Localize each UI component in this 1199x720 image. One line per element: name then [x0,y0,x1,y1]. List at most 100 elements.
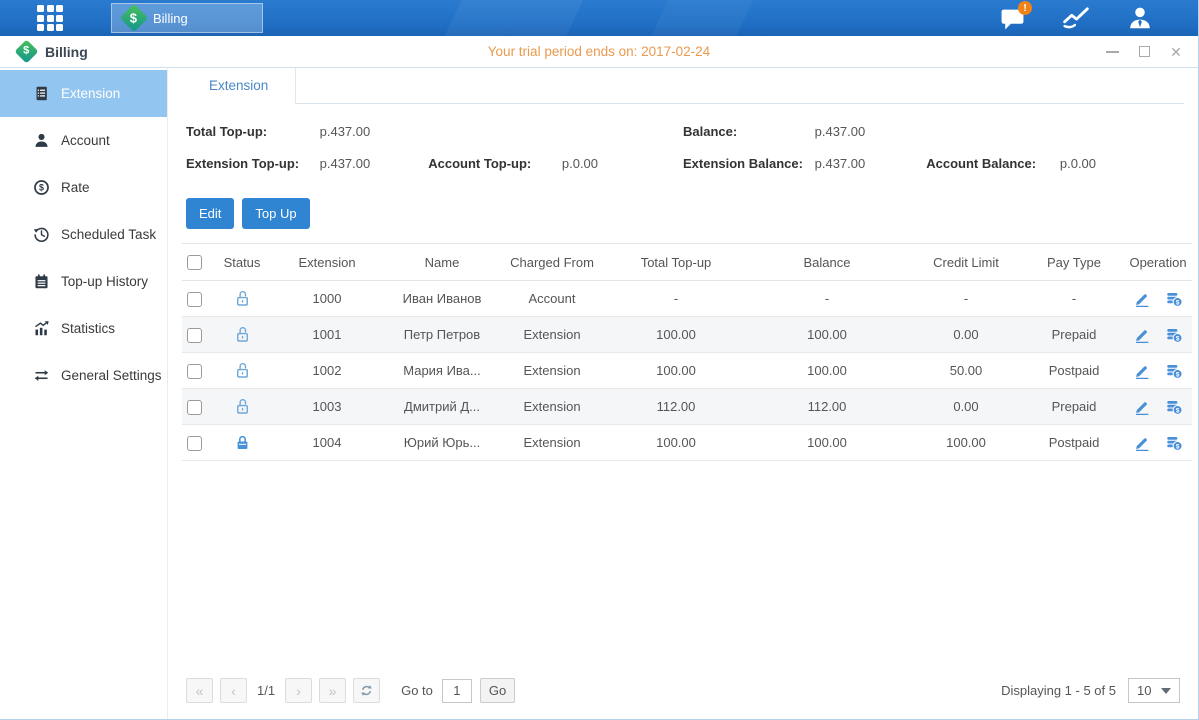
row-checkbox[interactable] [187,400,202,415]
table-row: 1001 Петр Петров Extension 100.00 100.00… [182,317,1192,353]
cell-extension: 1001 [268,317,386,353]
window-title-bar: $ Billing Your trial period ends on: 201… [0,36,1198,68]
cell-balance: - [746,281,908,317]
edit-row-icon[interactable] [1133,434,1151,452]
table-row: 1000 Иван Иванов Account - - - - [182,281,1192,317]
history-clock-icon [33,226,50,243]
reports-chart-icon[interactable] [1063,5,1089,31]
row-checkbox[interactable] [187,292,202,307]
close-button[interactable]: ✕ [1168,44,1184,60]
edit-row-icon[interactable] [1133,362,1151,380]
go-button[interactable]: Go [480,678,515,703]
cell-balance: 100.00 [746,425,908,461]
topup-row-icon[interactable] [1165,290,1183,308]
extensions-table: Status Extension Name Charged From Total… [182,243,1192,461]
row-checkbox[interactable] [187,436,202,451]
sidebar-item-account[interactable]: Account [0,117,167,164]
cell-name: Петр Петров [386,317,498,353]
account-balance-value: p.0.00 [1060,156,1096,171]
cell-total-topup: 100.00 [606,425,746,461]
top-bar: $ Billing ! [0,0,1198,36]
cell-pay-type: Postpaid [1024,353,1124,389]
summary-panel: Total Top-up: p.437.00 Extension Top-up:… [182,104,1184,192]
cell-charged-from: Account [498,281,606,317]
top-up-button[interactable]: Top Up [242,198,309,229]
refresh-icon [359,683,374,698]
last-page-button[interactable]: » [319,678,346,703]
column-total-topup: Total Top-up [606,244,746,281]
cell-credit-limit: 50.00 [908,353,1024,389]
total-topup-value: p.437.00 [320,124,371,139]
cell-pay-type: - [1024,281,1124,317]
cell-pay-type: Prepaid [1024,317,1124,353]
tab-extension[interactable]: Extension [182,68,296,104]
sidebar-item-label: Scheduled Task [61,227,156,242]
table-row: 1004 Юрий Юрь... Extension 100.00 100.00… [182,425,1192,461]
table-row: 1003 Дмитрий Д... Extension 112.00 112.0… [182,389,1192,425]
app-tab-label: Billing [153,11,188,26]
sidebar-item-rate[interactable]: Rate [0,164,167,211]
cell-extension: 1002 [268,353,386,389]
cell-total-topup: 112.00 [606,389,746,425]
calendar-icon [33,273,50,290]
user-account-icon[interactable] [1127,5,1153,31]
edit-button[interactable]: Edit [186,198,234,229]
select-all-checkbox[interactable] [187,255,202,270]
dollar-circle-icon [33,179,50,196]
sidebar-item-extension[interactable]: Extension [0,70,167,117]
goto-page-input[interactable] [442,679,472,703]
notifications-icon[interactable]: ! [999,5,1025,31]
edit-row-icon[interactable] [1133,326,1151,344]
balance-label: Balance: [683,124,811,139]
window-controls: ✕ [1104,44,1184,60]
row-checkbox[interactable] [187,328,202,343]
status-lock-icon [233,362,252,377]
sidebar-item-label: Statistics [61,321,115,336]
cell-charged-from: Extension [498,425,606,461]
cell-pay-type: Postpaid [1024,425,1124,461]
sidebar: Extension Account Rate Scheduled Task To… [0,68,168,719]
sidebar-item-scheduled-task[interactable]: Scheduled Task [0,211,167,258]
goto-label: Go to [401,683,433,698]
column-operation: Operation [1124,244,1192,281]
maximize-button[interactable] [1136,44,1152,60]
sidebar-item-label: Extension [61,86,120,101]
edit-row-icon[interactable] [1133,290,1151,308]
app-grid-menu-icon[interactable] [37,5,63,31]
table-row: 1002 Мария Ива... Extension 100.00 100.0… [182,353,1192,389]
content-spacer [182,461,1184,670]
minimize-button[interactable] [1104,44,1120,60]
column-credit-limit: Credit Limit [908,244,1024,281]
app-window: $ Billing ! $ Billing Your trial period … [0,0,1199,720]
first-page-button[interactable]: « [186,678,213,703]
topup-row-icon[interactable] [1165,326,1183,344]
page-size-select[interactable]: 10 [1128,678,1180,703]
topup-row-icon[interactable] [1165,398,1183,416]
sidebar-item-general-settings[interactable]: General Settings [0,352,167,399]
topup-row-icon[interactable] [1165,362,1183,380]
sidebar-item-statistics[interactable]: Statistics [0,305,167,352]
status-lock-icon [233,434,252,449]
account-topup-label: Account Top-up: [428,156,558,171]
billing-diamond-icon: $ [120,4,148,32]
topup-row-icon[interactable] [1165,434,1183,452]
cell-credit-limit: 0.00 [908,389,1024,425]
app-tab-billing[interactable]: $ Billing [111,3,263,33]
refresh-button[interactable] [353,678,380,703]
sidebar-item-topup-history[interactable]: Top-up History [0,258,167,305]
prev-page-button[interactable]: ‹ [220,678,247,703]
cell-charged-from: Extension [498,389,606,425]
notification-badge: ! [1018,1,1032,15]
table-header-row: Status Extension Name Charged From Total… [182,244,1192,281]
column-name: Name [386,244,498,281]
sidebar-item-label: General Settings [61,368,162,383]
cell-charged-from: Extension [498,353,606,389]
row-checkbox[interactable] [187,364,202,379]
next-page-button[interactable]: › [285,678,312,703]
status-lock-icon [233,290,252,305]
pagination-bar: « ‹ 1/1 › » Go to Go Displaying 1 - 5 of… [182,670,1184,719]
column-extension: Extension [268,244,386,281]
trial-notice: Your trial period ends on: 2017-02-24 [0,44,1198,59]
edit-row-icon[interactable] [1133,398,1151,416]
window-billing-icon: $ [14,39,38,63]
